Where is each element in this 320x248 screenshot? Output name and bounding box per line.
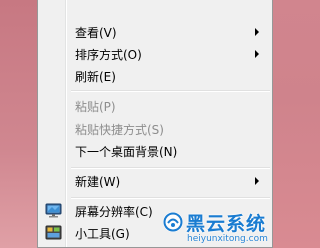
menu-item-label: 粘贴(P) [75,99,116,114]
submenu-arrow-icon [255,50,259,58]
submenu-arrow-icon [255,177,259,185]
menu-item-refresh[interactable]: 刷新(E) [38,65,272,87]
menu-separator [71,197,270,199]
menu-item-next-desktop-background[interactable]: 下一个桌面背景(N) [38,140,272,162]
menu-item-label: 下一个桌面背景(N) [75,144,178,159]
menu-separator [71,90,270,92]
menu-item-label: 排序方式(O) [75,47,142,62]
menu-item-label: 小工具(G) [75,226,130,241]
menu-item-label: 刷新(E) [75,69,116,84]
monitor-icon [45,203,62,218]
menu-item-label: 屏幕分辨率(C) [75,204,153,219]
menu-item-label: 查看(V) [75,25,117,40]
menu-separator [71,167,270,169]
submenu-arrow-icon [255,28,259,36]
menu-item-label: 粘贴快捷方式(S) [75,122,164,137]
menu-item-new[interactable]: 新建(W) [38,170,272,192]
menu-item-screen-resolution[interactable]: 屏幕分辨率(C) [38,200,272,222]
menu-item-paste-shortcut[interactable]: 粘贴快捷方式(S) [38,118,272,140]
gadgets-icon [45,225,62,240]
menu-item-label: 新建(W) [75,174,121,189]
desktop-context-menu: 查看(V) 排序方式(O) 刷新(E) 粘贴(P) 粘贴快捷方式(S) 下一个桌… [37,0,273,248]
menu-item-view[interactable]: 查看(V) [38,21,272,43]
menu-item-paste[interactable]: 粘贴(P) [38,95,272,117]
menu-item-sort-by[interactable]: 排序方式(O) [38,43,272,65]
menu-item-gadgets[interactable]: 小工具(G) [38,222,272,244]
